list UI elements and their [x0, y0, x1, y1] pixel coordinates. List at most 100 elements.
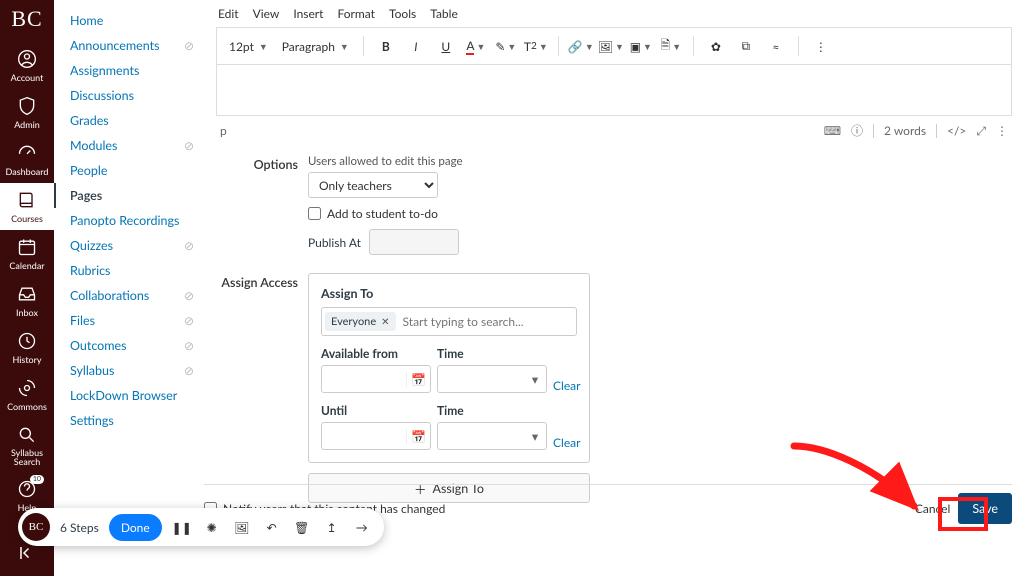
edit-roles-select[interactable]: Only teachers — [308, 172, 438, 198]
picture-icon[interactable]: 🖼 — [232, 517, 252, 537]
course-nav-collaborations[interactable]: Collaborations⊘ — [54, 283, 204, 308]
bold-icon[interactable]: B — [374, 34, 398, 58]
nav-calendar[interactable]: Calendar — [0, 230, 54, 277]
menu-view[interactable]: View — [253, 6, 280, 21]
save-button[interactable]: Save — [958, 493, 1012, 524]
upload-icon[interactable]: ↥ — [322, 517, 342, 537]
global-nav: BC Account Admin Dashboard Courses Calen… — [0, 0, 54, 576]
more-status-icon[interactable]: ⋮ — [996, 123, 1008, 138]
available-from-date[interactable]: 📅 — [321, 365, 431, 393]
player-logo: BC — [22, 513, 50, 541]
text-color-icon[interactable]: A▼ — [464, 34, 488, 58]
until-time[interactable]: ▾ — [437, 422, 547, 450]
course-nav-home[interactable]: Home — [54, 8, 204, 33]
search-icon — [16, 424, 38, 446]
underline-icon[interactable]: U — [434, 34, 458, 58]
a11y-icon[interactable]: ⓘ — [851, 122, 863, 139]
brand-logo[interactable]: BC — [11, 6, 42, 32]
font-size-select[interactable]: 12pt▼ — [225, 37, 272, 56]
options-label: Options — [216, 155, 308, 255]
nav-inbox[interactable]: Inbox — [0, 277, 54, 324]
course-nav-modules[interactable]: Modules⊘ — [54, 133, 204, 158]
menu-insert[interactable]: Insert — [293, 6, 323, 21]
nav-dashboard[interactable]: Dashboard — [0, 136, 54, 183]
course-nav-rubrics[interactable]: Rubrics — [54, 258, 204, 283]
available-from-time[interactable]: ▾ — [437, 365, 547, 393]
italic-icon[interactable]: I — [404, 34, 428, 58]
hidden-icon: ⊘ — [184, 138, 194, 153]
help-badge: 10 — [30, 475, 44, 484]
nav-courses[interactable]: Courses — [0, 183, 54, 230]
course-nav-quizzes[interactable]: Quizzes⊘ — [54, 233, 204, 258]
book-icon — [16, 189, 38, 211]
hidden-icon: ⊘ — [184, 38, 194, 53]
media-icon[interactable]: ▣▼ — [629, 34, 653, 58]
assign-to-heading: Assign To — [321, 286, 577, 301]
until-date[interactable]: 📅 — [321, 422, 431, 450]
assign-card: Assign To Everyone ✕ Available from 📅 Ti… — [308, 273, 590, 463]
clear-until-link[interactable]: Clear — [553, 435, 591, 450]
course-nav-pages[interactable]: Pages — [54, 183, 204, 208]
menu-table[interactable]: Table — [430, 6, 458, 21]
link-icon[interactable]: 🔗▼ — [569, 34, 593, 58]
available-from-label: Available from — [321, 346, 431, 361]
calendar-icon[interactable]: 📅 — [406, 372, 430, 387]
menu-edit[interactable]: Edit — [218, 6, 239, 21]
course-nav-assignments[interactable]: Assignments — [54, 58, 204, 83]
nav-syllabus-search[interactable]: Syllabus Search — [0, 418, 54, 472]
menu-format[interactable]: Format — [337, 6, 375, 21]
player-done-button[interactable]: Done — [109, 514, 162, 541]
chevron-down-icon[interactable]: ▾ — [524, 372, 546, 387]
hidden-icon: ⊘ — [184, 313, 194, 328]
until-time-label: Time — [437, 403, 547, 418]
course-nav-files[interactable]: Files⊘ — [54, 308, 204, 333]
editor-body[interactable] — [216, 64, 1012, 116]
course-nav-lockdown-browser[interactable]: LockDown Browser — [54, 383, 204, 408]
publish-at-label: Publish At — [308, 235, 361, 250]
app-icon[interactable]: ✿ — [704, 34, 728, 58]
record-icon[interactable]: ⧉ — [734, 34, 758, 58]
more-icon[interactable]: ⋮ — [809, 34, 833, 58]
player-steps: 6 Steps — [60, 520, 99, 535]
course-nav-announcements[interactable]: Announcements⊘ — [54, 33, 204, 58]
course-nav-syllabus[interactable]: Syllabus⊘ — [54, 358, 204, 383]
highlight-icon[interactable]: ✎▼ — [494, 34, 518, 58]
publish-at-input[interactable] — [369, 229, 459, 255]
nav-admin[interactable]: Admin — [0, 89, 54, 136]
course-nav-people[interactable]: People — [54, 158, 204, 183]
undo-icon[interactable]: ↶ — [262, 517, 282, 537]
menu-tools[interactable]: Tools — [389, 6, 416, 21]
course-nav-panopto-recordings[interactable]: Panopto Recordings — [54, 208, 204, 233]
options-section: Options Users allowed to edit this page … — [216, 155, 1012, 255]
forward-icon[interactable]: → — [352, 517, 372, 537]
calendar-icon[interactable]: 📅 — [406, 429, 430, 444]
course-nav-grades[interactable]: Grades — [54, 108, 204, 133]
course-nav-discussions[interactable]: Discussions — [54, 83, 204, 108]
cancel-button[interactable]: Cancel — [915, 501, 950, 516]
image-icon[interactable]: 🖼▼ — [599, 34, 623, 58]
equation-icon[interactable]: ≈ — [764, 34, 788, 58]
clear-from-link[interactable]: Clear — [553, 378, 591, 393]
add-todo-checkbox[interactable]: Add to student to-do — [308, 206, 1012, 221]
trash-icon[interactable]: 🗑 — [292, 517, 312, 537]
assign-search[interactable] — [400, 311, 573, 332]
chevron-down-icon[interactable]: ▾ — [524, 429, 546, 444]
commons-icon — [16, 377, 38, 399]
html-view-icon[interactable]: </> — [947, 123, 966, 138]
blur-icon[interactable]: ✺ — [202, 517, 222, 537]
remove-pill-icon[interactable]: ✕ — [381, 316, 389, 328]
superscript-icon[interactable]: T2▼ — [524, 34, 548, 58]
pause-icon[interactable]: ❚❚ — [172, 517, 192, 537]
word-count: 2 words — [884, 123, 926, 138]
document-icon[interactable]: 🗎▼ — [659, 34, 683, 58]
keyboard-icon[interactable]: ⌨ — [824, 123, 841, 138]
course-nav-outcomes[interactable]: Outcomes⊘ — [54, 333, 204, 358]
nav-commons[interactable]: Commons — [0, 371, 54, 418]
assign-to-input[interactable]: Everyone ✕ — [321, 307, 577, 336]
fullscreen-icon[interactable]: ⤢ — [976, 123, 986, 139]
course-nav-settings[interactable]: Settings — [54, 408, 204, 433]
nav-account[interactable]: Account — [0, 42, 54, 89]
collapse-nav-icon[interactable] — [18, 544, 36, 566]
block-format-select[interactable]: Paragraph▼ — [278, 37, 353, 56]
nav-history[interactable]: History — [0, 324, 54, 371]
